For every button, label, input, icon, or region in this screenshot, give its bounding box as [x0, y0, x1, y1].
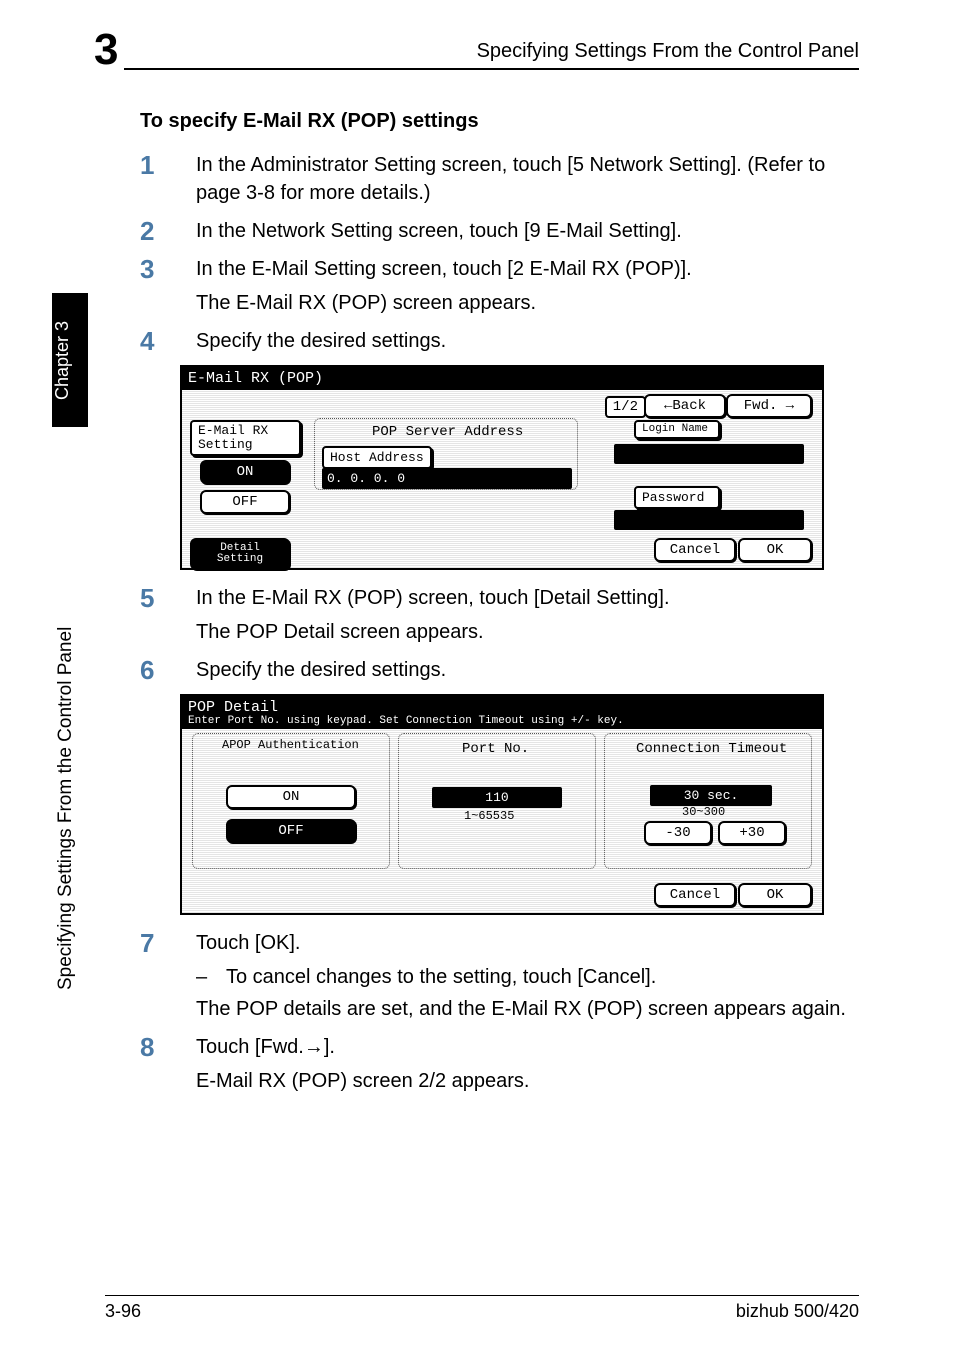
step-6: 6 Specify the desired settings.: [140, 656, 859, 684]
cancel-button-1[interactable]: Cancel: [654, 538, 736, 562]
port-value[interactable]: 110: [432, 787, 562, 808]
password-button[interactable]: Password: [634, 486, 720, 509]
footer-rule: [105, 1295, 859, 1296]
side-section-label: Specifying Settings From the Control Pan…: [55, 430, 85, 990]
on-button[interactable]: ON: [200, 460, 290, 484]
back-label: Back: [672, 398, 706, 414]
step-7-text: Touch [OK].: [196, 929, 301, 957]
step-1-text: In the Administrator Setting screen, tou…: [196, 151, 859, 207]
back-button[interactable]: ←Back: [644, 394, 726, 418]
host-address-value: 0. 0. 0. 0: [322, 468, 572, 489]
footer-model: bizhub 500/420: [736, 1301, 859, 1322]
timeout-plus-button[interactable]: +30: [718, 821, 786, 845]
chapter-number-box: 3: [88, 28, 124, 72]
password-value: [614, 510, 804, 530]
step-5-sub: The POP Detail screen appears.: [196, 618, 859, 646]
detail-setting-button[interactable]: Detail Setting: [190, 538, 290, 570]
step-4: 4 Specify the desired settings.: [140, 327, 859, 355]
step-1-num: 1: [140, 151, 196, 207]
port-no-label: Port No.: [462, 741, 529, 757]
step-4-text: Specify the desired settings.: [196, 327, 446, 355]
screenshot-email-rx-pop: E-Mail RX (POP) 1/2 ←Back Fwd. → E-Mail …: [180, 365, 824, 570]
step-8-suffix: ].: [324, 1036, 335, 1058]
step-7-bullet-text: To cancel changes to the setting, touch …: [226, 963, 656, 991]
arrow-right-icon: →: [304, 1036, 324, 1058]
side-tab-chapter: Chapter 3: [52, 293, 88, 427]
screenshot1-titlebar: E-Mail RX (POP): [182, 367, 822, 390]
step-5-text: In the E-Mail RX (POP) screen, touch [De…: [196, 584, 670, 612]
timeout-label: Connection Timeout: [636, 741, 787, 757]
screenshot2-title: POP Detail: [188, 699, 816, 716]
step-4-num: 4: [140, 327, 196, 355]
timeout-range: 30~300: [682, 805, 725, 819]
page-indicator: 1/2: [605, 396, 646, 418]
top-rule: [105, 68, 859, 70]
step-2-num: 2: [140, 217, 196, 245]
step-8: 8 Touch [Fwd.→].: [140, 1033, 859, 1061]
step-8-prefix: Touch [Fwd.: [196, 1036, 304, 1058]
apop-on-button[interactable]: ON: [226, 785, 356, 809]
screenshot2-titlebar: POP Detail Enter Port No. using keypad. …: [182, 696, 822, 729]
main-content: To specify E-Mail RX (POP) settings 1 In…: [140, 110, 859, 1095]
step-7-bullet: – To cancel changes to the setting, touc…: [196, 963, 859, 991]
footer-page-number: 3-96: [105, 1301, 141, 1322]
cancel-button-2[interactable]: Cancel: [654, 883, 736, 907]
step-3-num: 3: [140, 255, 196, 283]
step-5: 5 In the E-Mail RX (POP) screen, touch […: [140, 584, 859, 612]
host-address-button[interactable]: Host Address: [322, 446, 432, 469]
step-8-text: Touch [Fwd.→].: [196, 1033, 335, 1061]
screenshot2-instruction: Enter Port No. using keypad. Set Connect…: [188, 716, 816, 727]
step-6-num: 6: [140, 656, 196, 684]
step-1: 1 In the Administrator Setting screen, t…: [140, 151, 859, 207]
step-7: 7 Touch [OK].: [140, 929, 859, 957]
arrow-right-icon: →: [786, 398, 794, 414]
step-7-num: 7: [140, 929, 196, 957]
header-title: Specifying Settings From the Control Pan…: [477, 40, 859, 63]
chapter-number: 3: [94, 25, 118, 74]
step-8-sub: E-Mail RX (POP) screen 2/2 appears.: [196, 1067, 859, 1095]
timeout-minus-button[interactable]: -30: [644, 821, 712, 845]
step-3-sub: The E-Mail RX (POP) screen appears.: [196, 289, 859, 317]
timeout-value: 30 sec.: [650, 785, 772, 806]
off-button[interactable]: OFF: [200, 490, 290, 514]
apop-auth-label: APOP Authentication: [222, 739, 359, 751]
port-range: 1~65535: [464, 809, 514, 823]
step-2: 2 In the Network Setting screen, touch […: [140, 217, 859, 245]
apop-off-button[interactable]: OFF: [226, 819, 356, 843]
ok-button-1[interactable]: OK: [738, 538, 812, 562]
step-5-num: 5: [140, 584, 196, 612]
email-rx-setting-label: E-Mail RX Setting: [190, 420, 301, 456]
login-name-button[interactable]: Login Name: [634, 420, 720, 439]
ok-button-2[interactable]: OK: [738, 883, 812, 907]
step-2-text: In the Network Setting screen, touch [9 …: [196, 217, 682, 245]
section-heading: To specify E-Mail RX (POP) settings: [140, 110, 859, 133]
login-name-value: [614, 444, 804, 464]
step-8-num: 8: [140, 1033, 196, 1061]
dash-icon: –: [196, 963, 226, 991]
fwd-label: Fwd.: [744, 398, 778, 414]
step-7-sub: The POP details are set, and the E-Mail …: [196, 995, 859, 1023]
fwd-button[interactable]: Fwd. →: [726, 394, 812, 418]
step-3-text: In the E-Mail Setting screen, touch [2 E…: [196, 255, 692, 283]
step-6-text: Specify the desired settings.: [196, 656, 446, 684]
step-3: 3 In the E-Mail Setting screen, touch [2…: [140, 255, 859, 283]
screenshot-pop-detail: POP Detail Enter Port No. using keypad. …: [180, 694, 824, 915]
